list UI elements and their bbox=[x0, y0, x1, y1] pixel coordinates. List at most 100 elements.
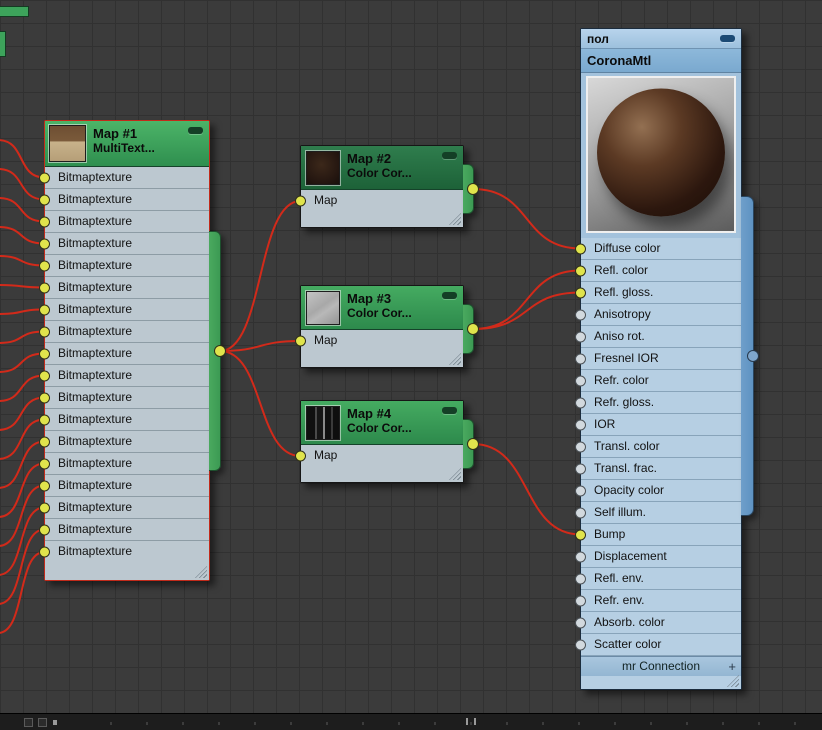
minimize-button[interactable] bbox=[188, 127, 203, 134]
node-coronamtl[interactable]: пол CoronaMtl Diffuse color Refl. color Re… bbox=[575, 28, 759, 690]
node-header[interactable]: Map #2 Color Cor... bbox=[301, 146, 463, 190]
connection-wire[interactable] bbox=[0, 418, 45, 460]
input-socket[interactable] bbox=[575, 375, 586, 386]
mr-connection-bar[interactable]: mr Connection + bbox=[581, 656, 741, 676]
input-socket[interactable] bbox=[39, 304, 50, 315]
connection-wire[interactable] bbox=[0, 255, 45, 267]
connection-wire[interactable] bbox=[0, 226, 45, 245]
input-socket[interactable] bbox=[39, 524, 50, 535]
offscreen-node-fragment[interactable] bbox=[0, 6, 29, 17]
output-tab[interactable] bbox=[741, 196, 759, 516]
minimize-button[interactable] bbox=[720, 35, 735, 42]
material-name-bar[interactable]: пол bbox=[581, 29, 741, 49]
input-socket[interactable] bbox=[575, 353, 586, 364]
input-socket[interactable] bbox=[575, 617, 586, 628]
output-socket[interactable] bbox=[214, 345, 226, 357]
offscreen-node-fragment[interactable] bbox=[0, 31, 6, 57]
track-icon[interactable] bbox=[38, 718, 47, 727]
minimize-button[interactable] bbox=[442, 152, 457, 159]
output-tab[interactable] bbox=[209, 231, 226, 471]
minimize-button[interactable] bbox=[442, 407, 457, 414]
input-socket[interactable] bbox=[39, 458, 50, 469]
connection-wire[interactable] bbox=[472, 188, 581, 250]
multitexture-thumbnail[interactable] bbox=[49, 125, 86, 162]
track-icon[interactable] bbox=[24, 718, 33, 727]
input-socket[interactable] bbox=[575, 595, 586, 606]
input-socket[interactable] bbox=[39, 370, 50, 381]
input-socket[interactable] bbox=[39, 238, 50, 249]
node-map2[interactable]: Map #2 Color Cor... Map bbox=[295, 145, 479, 228]
input-socket[interactable] bbox=[39, 282, 50, 293]
output-socket[interactable] bbox=[747, 350, 759, 362]
output-tab[interactable] bbox=[463, 164, 479, 214]
node-multitexture[interactable]: Map #1 MultiText... Bitmaptexture Bitmapt… bbox=[39, 120, 226, 581]
resize-grip[interactable] bbox=[195, 566, 207, 578]
input-socket[interactable] bbox=[39, 480, 50, 491]
input-socket[interactable] bbox=[39, 348, 50, 359]
connection-wire[interactable] bbox=[0, 330, 45, 344]
material-preview[interactable] bbox=[586, 76, 736, 233]
material-type-bar[interactable]: CoronaMtl bbox=[581, 49, 741, 73]
connection-wire[interactable] bbox=[0, 284, 45, 289]
connection-wire[interactable] bbox=[0, 528, 45, 605]
input-socket[interactable] bbox=[575, 397, 586, 408]
input-socket[interactable] bbox=[39, 194, 50, 205]
output-socket[interactable] bbox=[467, 323, 479, 335]
input-socket[interactable] bbox=[575, 485, 586, 496]
node-header[interactable]: Map #1 MultiText... bbox=[45, 121, 209, 167]
connection-wire[interactable] bbox=[0, 396, 45, 431]
connection-wire[interactable] bbox=[219, 350, 301, 457]
resize-grip[interactable] bbox=[449, 213, 461, 225]
connection-wire[interactable] bbox=[0, 168, 45, 201]
input-socket[interactable] bbox=[575, 265, 586, 276]
connection-wire[interactable] bbox=[472, 291, 581, 330]
input-socket[interactable] bbox=[39, 172, 50, 183]
connection-wire[interactable] bbox=[0, 484, 45, 547]
connection-wire[interactable] bbox=[0, 374, 45, 402]
input-socket[interactable] bbox=[39, 546, 50, 558]
input-socket[interactable] bbox=[575, 507, 586, 518]
minimize-button[interactable] bbox=[442, 292, 457, 299]
output-socket[interactable] bbox=[467, 438, 479, 450]
input-socket[interactable] bbox=[295, 335, 306, 347]
connection-wire[interactable] bbox=[0, 139, 45, 179]
input-socket[interactable] bbox=[575, 419, 586, 430]
input-socket[interactable] bbox=[575, 331, 586, 342]
input-socket[interactable] bbox=[575, 573, 586, 584]
expand-plus-icon[interactable]: + bbox=[728, 657, 736, 676]
input-socket[interactable] bbox=[39, 260, 50, 271]
input-socket[interactable] bbox=[575, 441, 586, 452]
connection-wire[interactable] bbox=[0, 462, 45, 518]
map4-thumbnail[interactable] bbox=[306, 406, 340, 440]
input-socket[interactable] bbox=[39, 326, 50, 337]
input-socket[interactable] bbox=[295, 195, 306, 207]
input-socket[interactable] bbox=[575, 463, 586, 474]
input-socket[interactable] bbox=[39, 502, 50, 513]
resize-grip[interactable] bbox=[449, 468, 461, 480]
connection-wire[interactable] bbox=[0, 440, 45, 489]
map2-thumbnail[interactable] bbox=[306, 151, 340, 185]
input-socket[interactable] bbox=[39, 436, 50, 447]
output-tab[interactable] bbox=[463, 419, 479, 469]
output-socket[interactable] bbox=[467, 183, 479, 195]
connection-wire[interactable] bbox=[0, 506, 45, 576]
input-socket[interactable] bbox=[575, 551, 586, 562]
node-map3[interactable]: Map #3 Color Cor... Map bbox=[295, 285, 479, 368]
connection-wire[interactable] bbox=[0, 352, 45, 373]
connection-wire[interactable] bbox=[0, 308, 45, 315]
output-tab[interactable] bbox=[463, 304, 479, 354]
node-header[interactable]: Map #3 Color Cor... bbox=[301, 286, 463, 330]
node-map4[interactable]: Map #4 Color Cor... Map bbox=[295, 400, 479, 483]
input-socket[interactable] bbox=[39, 392, 50, 403]
connection-wire[interactable] bbox=[472, 443, 581, 536]
connection-wire[interactable] bbox=[219, 340, 301, 352]
input-socket[interactable] bbox=[575, 287, 586, 298]
connection-wire[interactable] bbox=[0, 551, 45, 634]
connection-wire[interactable] bbox=[0, 197, 45, 223]
input-socket[interactable] bbox=[39, 216, 50, 227]
map3-thumbnail[interactable] bbox=[306, 291, 340, 325]
input-socket[interactable] bbox=[39, 414, 50, 425]
input-socket[interactable] bbox=[575, 529, 586, 540]
input-socket[interactable] bbox=[575, 309, 586, 320]
input-socket[interactable] bbox=[575, 639, 586, 650]
